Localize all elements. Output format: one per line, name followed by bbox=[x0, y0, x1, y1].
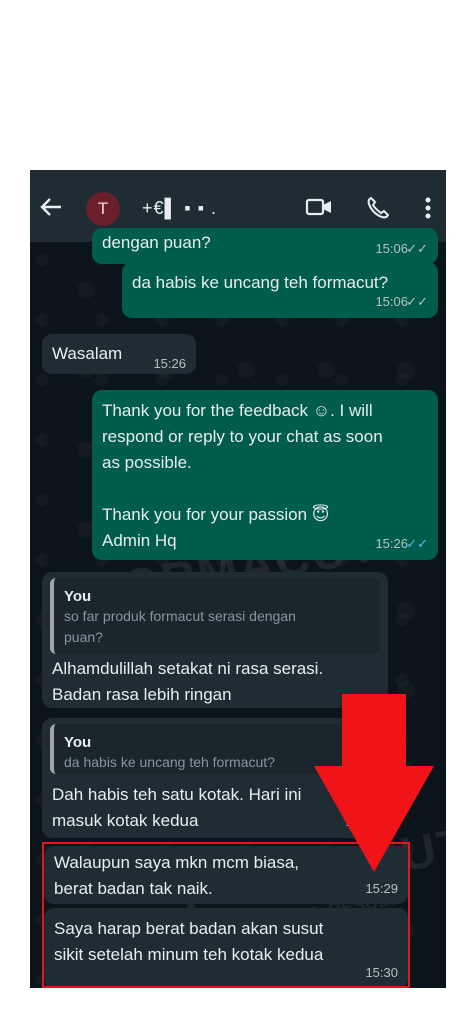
message-text: Thank you for the feedback ☺. I will res… bbox=[102, 401, 383, 550]
message-incoming[interactable]: Wasalam 15:26 bbox=[42, 334, 196, 374]
contact-name[interactable]: +€▌ ▪ ▪ . bbox=[142, 198, 217, 219]
message-text: Alhamdulillah setakat ni rasa serasi. Ba… bbox=[52, 659, 324, 704]
message-time: 15:06 bbox=[375, 241, 408, 256]
red-arrow-icon bbox=[314, 694, 434, 872]
message-outgoing[interactable]: da habis ke uncang teh formacut? 15:06 ✓… bbox=[122, 262, 438, 318]
phone-screen: T +€▌ ▪ ▪ . FORMACUT CLINICAL RESULT FOR… bbox=[30, 170, 446, 988]
back-arrow-icon[interactable] bbox=[36, 192, 66, 222]
more-options-icon[interactable] bbox=[418, 194, 438, 222]
video-call-icon[interactable] bbox=[304, 194, 334, 220]
message-time: 15:26 bbox=[153, 356, 186, 371]
message-outgoing[interactable]: Thank you for the feedback ☺. I will res… bbox=[92, 390, 438, 560]
quoted-message[interactable]: You so far produk formacut serasi dengan… bbox=[50, 578, 380, 654]
quote-text: so far produk formacut serasi dengan pua… bbox=[64, 608, 296, 645]
phone-icon[interactable] bbox=[364, 194, 392, 222]
message-incoming[interactable]: You so far produk formacut serasi dengan… bbox=[42, 572, 388, 708]
read-ticks-icon: ✓✓ bbox=[406, 241, 428, 256]
read-ticks-icon: ✓✓ bbox=[406, 536, 428, 551]
avatar-letter: T bbox=[97, 199, 109, 218]
avatar[interactable]: T bbox=[86, 192, 120, 226]
message-text: Dah habis teh satu kotak. Hari ini masuk… bbox=[52, 785, 302, 830]
message-outgoing[interactable]: dengan puan? 15:06 ✓✓ bbox=[92, 228, 438, 264]
message-text: dengan puan? bbox=[102, 233, 211, 252]
message-time: 15:26 bbox=[375, 536, 408, 551]
chat-area[interactable]: FORMACUT CLINICAL RESULT FORMACUT CLINIC… bbox=[30, 228, 446, 988]
read-ticks-icon: ✓✓ bbox=[406, 294, 428, 309]
message-text: Wasalam bbox=[52, 344, 123, 363]
message-text: da habis ke uncang teh formacut? bbox=[132, 273, 389, 292]
message-time: 15:06 bbox=[375, 294, 408, 309]
